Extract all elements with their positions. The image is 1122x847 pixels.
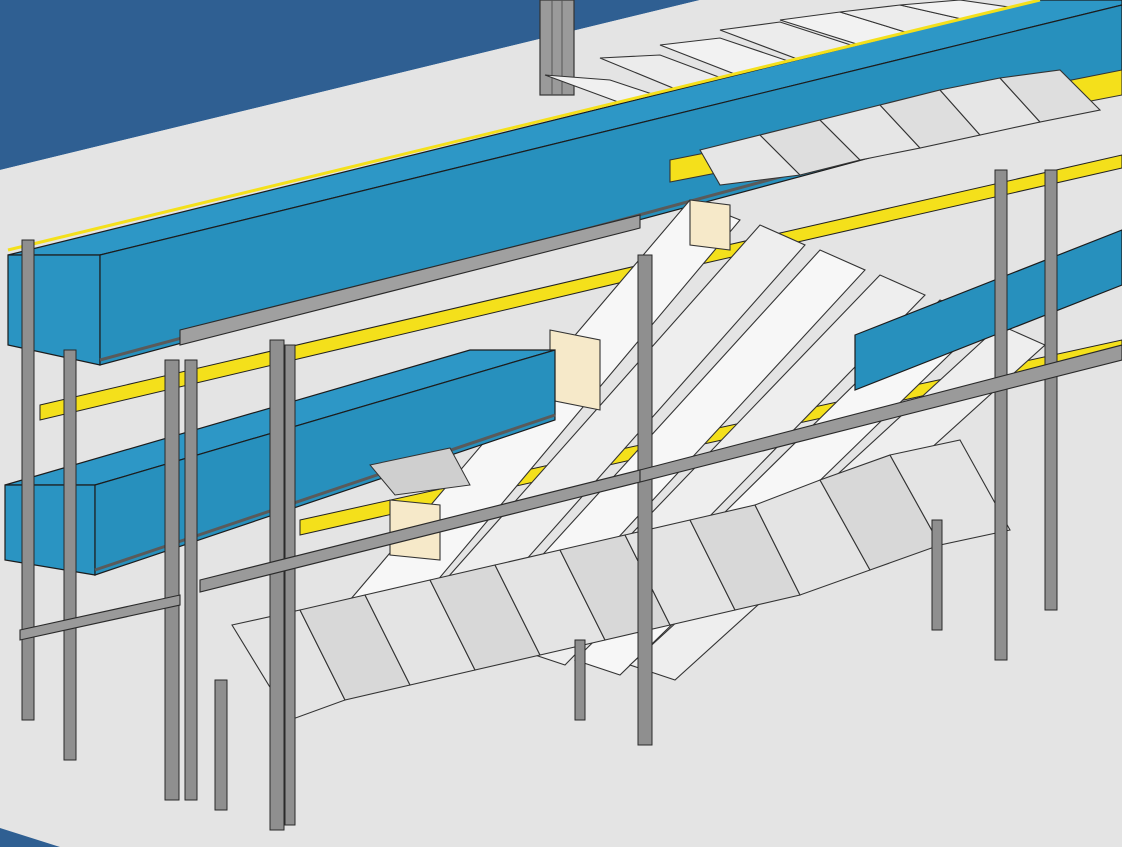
lower-conveyor-face [4,484,96,576]
sorting-system-model [0,0,1122,847]
cad-viewport[interactable] [0,0,1122,847]
